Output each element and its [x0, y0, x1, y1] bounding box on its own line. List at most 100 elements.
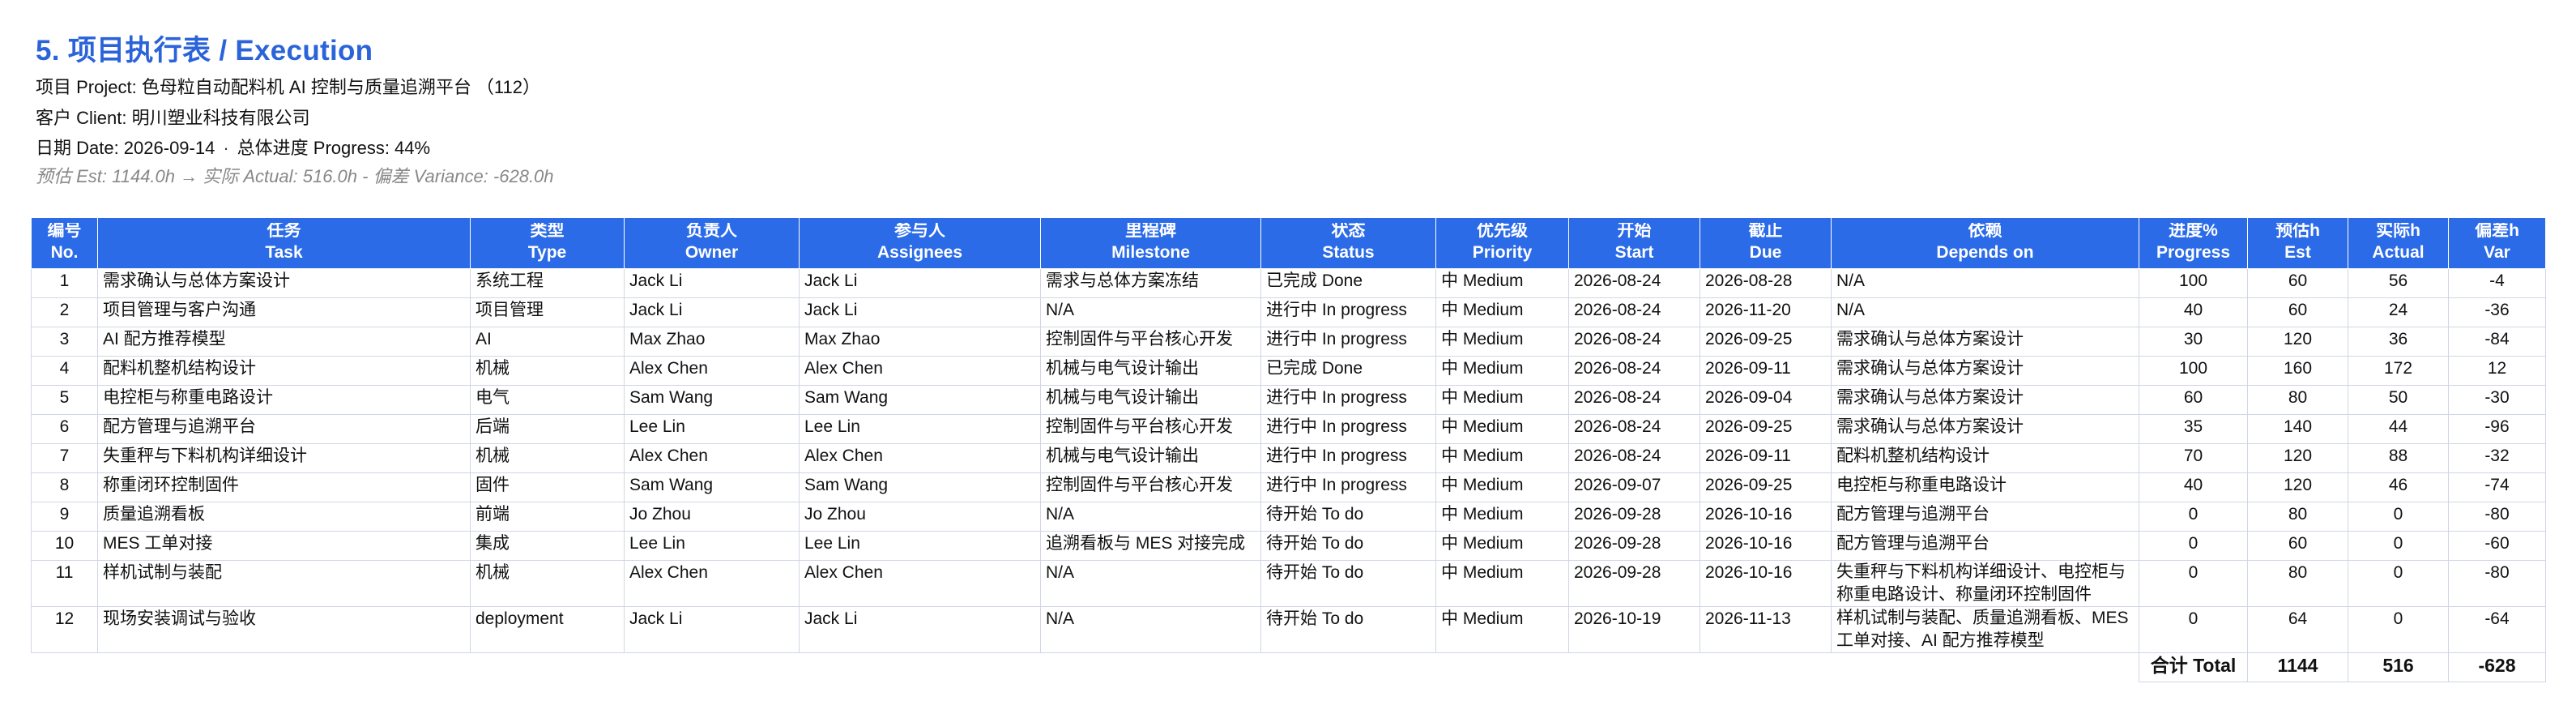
cell-milestone: N/A [1040, 297, 1261, 327]
cell-actual: 0 [2348, 560, 2449, 607]
cell-status: 待开始 To do [1260, 502, 1436, 532]
date-progress-line: 日期 Date: 2026-09-14 · 总体进度 Progress: 44% [36, 134, 430, 160]
col-header-priority: 优先级 Priority [1435, 217, 1569, 269]
cell-depends-on: 配方管理与追溯平台 [1831, 531, 2139, 561]
cell-var: -80 [2448, 560, 2546, 607]
cell-owner: Sam Wang [624, 472, 800, 502]
cell-est: 60 [2247, 297, 2348, 327]
cell-task: 质量追溯看板 [97, 502, 471, 532]
cell-est: 64 [2247, 606, 2348, 653]
cell-progress: 0 [2139, 531, 2248, 561]
cell-assignees: Lee Lin [799, 531, 1041, 561]
cell-task: 配料机整机结构设计 [97, 356, 471, 386]
cell-status: 已完成 Done [1260, 356, 1436, 386]
cell-progress: 70 [2139, 443, 2248, 473]
cell-depends-on: 需求确认与总体方案设计 [1831, 385, 2139, 415]
cell-priority: 中 Medium [1435, 606, 1569, 653]
cell-progress: 60 [2139, 385, 2248, 415]
cell-depends-on: 失重秤与下料机构详细设计、电控柜与称重电路设计、称量闭环控制固件 [1831, 560, 2139, 607]
cell-depends-on: 样机试制与装配、质量追溯看板、MES 工单对接、AI 配方推荐模型 [1831, 606, 2139, 653]
cell-actual: 50 [2348, 385, 2449, 415]
cell-type: 系统工程 [470, 268, 625, 298]
cell-assignees: Jo Zhou [799, 502, 1041, 532]
col-header-progress: 进度% Progress [2139, 217, 2248, 269]
cell-status: 进行中 In progress [1260, 327, 1436, 357]
cell-task: MES 工单对接 [97, 531, 471, 561]
cell-start: 2026-08-24 [1568, 297, 1700, 327]
cell-priority: 中 Medium [1435, 531, 1569, 561]
cell-start: 2026-09-28 [1568, 531, 1700, 561]
table-body: 1 需求确认与总体方案设计 系统工程 Jack Li Jack Li 需求与总体方案冻结已… [31, 268, 2546, 653]
cell-status: 进行中 In progress [1260, 385, 1436, 415]
cell-var: -74 [2448, 472, 2546, 502]
cell-depends-on: 配料机整机结构设计 [1831, 443, 2139, 473]
cell-milestone: 追溯看板与 MES 对接完成 [1040, 531, 1261, 561]
cell-start: 2026-08-24 [1568, 385, 1700, 415]
cell-actual: 56 [2348, 268, 2449, 298]
cell-var: 12 [2448, 356, 2546, 386]
cell-due: 2026-08-28 [1700, 268, 1832, 298]
table-row: 9 质量追溯看板 前端 Jo Zhou Jo Zhou N/A 待开始 To do 中 Med… [31, 502, 2546, 532]
cell-status: 进行中 In progress [1260, 443, 1436, 473]
cell-due: 2026-10-16 [1700, 531, 1832, 561]
cell-start: 2026-09-07 [1568, 472, 1700, 502]
cell-status: 待开始 To do [1260, 560, 1436, 607]
cell-milestone: 控制固件与平台核心开发 [1040, 472, 1261, 502]
cell-assignees: Alex Chen [799, 356, 1041, 386]
cell-assignees: Lee Lin [799, 414, 1041, 444]
cell-var: -64 [2448, 606, 2546, 653]
cell-start: 2026-10-19 [1568, 606, 1700, 653]
cell-type: 前端 [470, 502, 625, 532]
cell-priority: 中 Medium [1435, 502, 1569, 532]
cell-actual: 24 [2348, 297, 2449, 327]
col-header-milestone: 里程碑 Milestone [1040, 217, 1261, 269]
cell-est: 60 [2247, 268, 2348, 298]
cell-task: AI 配方推荐模型 [97, 327, 471, 357]
cell-task: 需求确认与总体方案设计 [97, 268, 471, 298]
cell-milestone: N/A [1040, 502, 1261, 532]
cell-due: 2026-10-16 [1700, 560, 1832, 607]
cell-status: 进行中 In progress [1260, 297, 1436, 327]
cell-milestone: 控制固件与平台核心开发 [1040, 327, 1261, 357]
cell-owner: Max Zhao [624, 327, 800, 357]
cell-assignees: Jack Li [799, 606, 1041, 653]
cell-milestone: 机械与电气设计输出 [1040, 385, 1261, 415]
cell-actual: 0 [2348, 502, 2449, 532]
cell-task: 样机试制与装配 [97, 560, 471, 607]
cell-no: 10 [31, 531, 98, 561]
cell-actual: 36 [2348, 327, 2449, 357]
cell-status: 待开始 To do [1260, 606, 1436, 653]
cell-task: 项目管理与客户沟通 [97, 297, 471, 327]
cell-priority: 中 Medium [1435, 297, 1569, 327]
cell-actual: 44 [2348, 414, 2449, 444]
progress-text: 总体进度 Progress: 44% [237, 138, 431, 158]
cell-var: -96 [2448, 414, 2546, 444]
cell-milestone: 机械与电气设计输出 [1040, 356, 1261, 386]
cell-task: 现场安装调试与验收 [97, 606, 471, 653]
col-header-due: 截止 Due [1700, 217, 1832, 269]
cell-due: 2026-11-20 [1700, 297, 1832, 327]
cell-type: AI [470, 327, 625, 357]
cell-owner: Jack Li [624, 606, 800, 653]
cell-progress: 35 [2139, 414, 2248, 444]
cell-type: 集成 [470, 531, 625, 561]
table-row: 11 样机试制与装配 机械 Alex Chen Alex Chen N/A 待开始 To d… [31, 560, 2546, 607]
cell-owner: Jo Zhou [624, 502, 800, 532]
cell-depends-on: 电控柜与称重电路设计 [1831, 472, 2139, 502]
col-header-actual: 实际h Actual [2348, 217, 2449, 269]
cell-actual: 172 [2348, 356, 2449, 386]
cell-status: 已完成 Done [1260, 268, 1436, 298]
execution-table: 编号 No. 任务 Task 类型 Type 负责人 Owner 参与人 Assignee… [31, 217, 2546, 682]
cell-depends-on: 需求确认与总体方案设计 [1831, 327, 2139, 357]
cell-status: 待开始 To do [1260, 531, 1436, 561]
cell-start: 2026-08-24 [1568, 414, 1700, 444]
cell-task: 称重闭环控制固件 [97, 472, 471, 502]
cell-no: 9 [31, 502, 98, 532]
cell-assignees: Jack Li [799, 268, 1041, 298]
cell-assignees: Jack Li [799, 297, 1041, 327]
cell-owner: Lee Lin [624, 531, 800, 561]
cell-no: 3 [31, 327, 98, 357]
cell-progress: 0 [2139, 606, 2248, 653]
cell-priority: 中 Medium [1435, 414, 1569, 444]
table-row: 10 MES 工单对接 集成 Lee Lin Lee Lin 追溯看板与 MES 对接完成… [31, 531, 2546, 561]
